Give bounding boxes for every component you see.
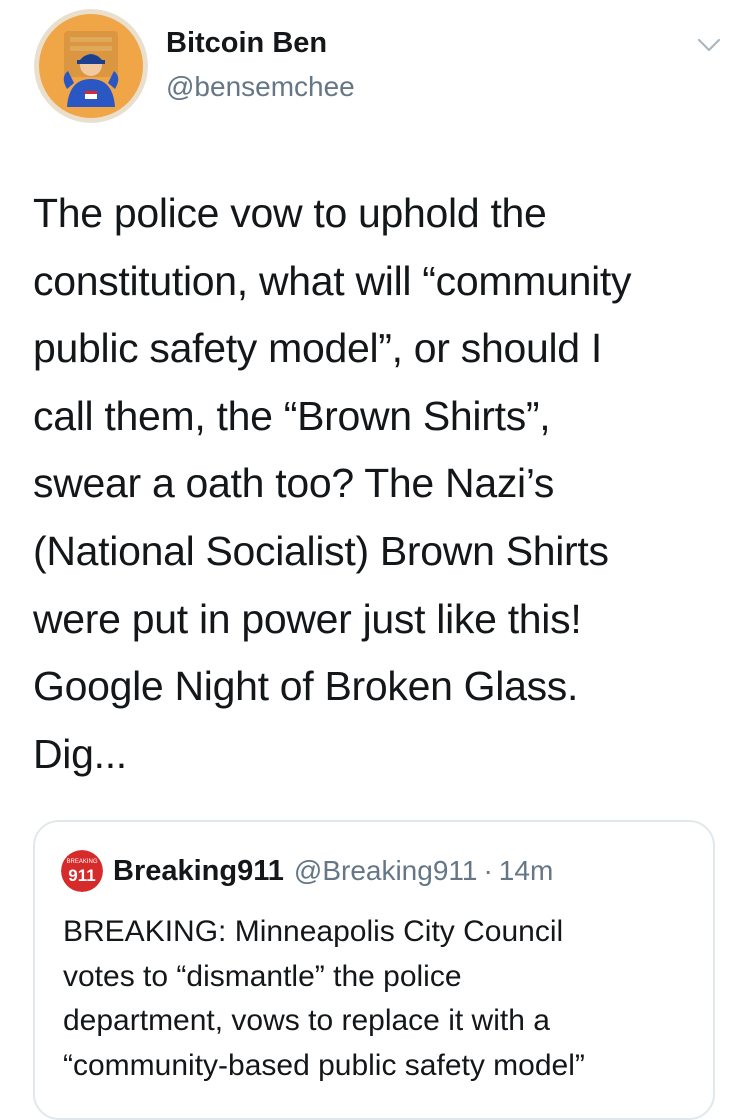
author-avatar[interactable]: [34, 9, 148, 123]
quoted-tweet-text: BREAKING: Minneapolis City Council votes…: [63, 915, 585, 1082]
quoted-avatar-logo-main: 911: [68, 866, 95, 885]
tweet-text: The police vow to uphold the constitutio…: [33, 190, 632, 777]
quoted-author-avatar: BREAKING 911: [61, 850, 103, 892]
quoted-separator: ·: [483, 855, 493, 886]
author-handle[interactable]: @bensemchee: [166, 71, 355, 103]
author-display-name[interactable]: Bitcoin Ben: [166, 27, 327, 60]
quoted-avatar-logo-top: BREAKING: [66, 859, 97, 865]
quoted-author-name: Breaking911: [113, 854, 284, 887]
chevron-down-icon[interactable]: [696, 32, 722, 58]
quoted-tweet-header: BREAKING 911 Breaking911 @Breaking911 · …: [61, 850, 553, 892]
quoted-timestamp: 14m: [498, 855, 554, 886]
author-avatar-image: [34, 9, 148, 123]
quoted-author-handle: @Breaking911: [293, 855, 478, 886]
quoted-tweet-card[interactable]: BREAKING 911 Breaking911 @Breaking911 · …: [33, 820, 715, 1120]
